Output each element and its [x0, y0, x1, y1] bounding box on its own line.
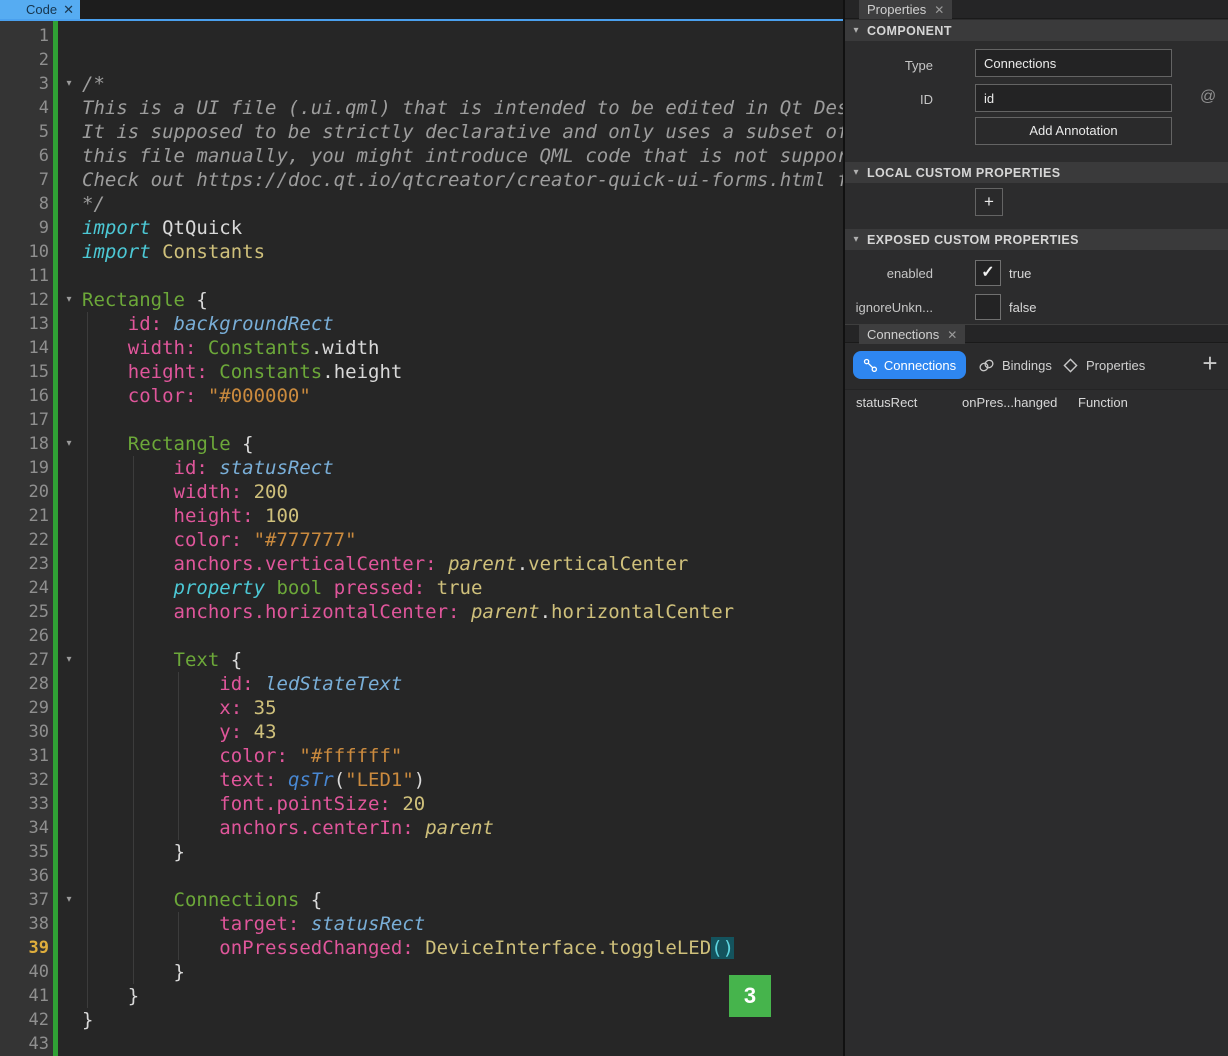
code-area[interactable]: 1234567891011121314151617181920212223242…: [0, 21, 843, 1056]
bindings-tool-button[interactable]: Bindings: [978, 351, 1052, 379]
section-local-title: LOCAL CUSTOM PROPERTIES: [867, 166, 1060, 180]
close-icon[interactable]: ✕: [63, 3, 74, 16]
code-line[interactable]: width: 200: [0, 480, 843, 504]
code-line[interactable]: }: [0, 960, 843, 984]
ignore-unknown-value: false: [1009, 300, 1036, 315]
code-line[interactable]: /*: [0, 72, 843, 96]
code-line[interactable]: [0, 24, 843, 48]
connection-icon: [863, 358, 878, 373]
code-line[interactable]: Rectangle {: [0, 288, 843, 312]
code-line[interactable]: It is supposed to be strictly declarativ…: [0, 120, 843, 144]
code-line[interactable]: [0, 48, 843, 72]
diamond-icon: [1062, 357, 1079, 374]
collapse-arrow-icon[interactable]: ▾: [845, 25, 867, 36]
code-line[interactable]: id: ledStateText: [0, 672, 843, 696]
collapse-arrow-icon[interactable]: ▾: [845, 234, 867, 245]
add-local-property-button[interactable]: +: [975, 188, 1003, 216]
code-line[interactable]: }: [0, 1008, 843, 1032]
tab-properties-label: Properties: [867, 2, 926, 17]
tab-code[interactable]: Code ✕: [0, 0, 80, 19]
connections-tool-button[interactable]: Connections: [853, 351, 966, 379]
tab-connections-label: Connections: [867, 327, 939, 342]
properties-tool-label: Properties: [1086, 358, 1145, 373]
code-editor: Code ✕ 123456789101112131415161718192021…: [0, 0, 843, 1056]
code-line[interactable]: anchors.verticalCenter: parent.verticalC…: [0, 552, 843, 576]
id-label: ID: [845, 92, 933, 107]
section-component-title: COMPONENT: [867, 24, 952, 38]
code-line[interactable]: anchors.centerIn: parent: [0, 816, 843, 840]
code-line[interactable]: anchors.horizontalCenter: parent.horizon…: [0, 600, 843, 624]
code-line[interactable]: [0, 864, 843, 888]
ignore-unknown-checkbox[interactable]: [975, 294, 1001, 320]
annotation-at-icon[interactable]: @: [1200, 88, 1216, 106]
id-field[interactable]: [975, 84, 1172, 112]
annotation-count-badge[interactable]: 3: [729, 975, 771, 1017]
code-line[interactable]: id: statusRect: [0, 456, 843, 480]
connection-signal: onPres...hanged: [962, 395, 1057, 410]
section-local-properties: ▾ LOCAL CUSTOM PROPERTIES: [845, 162, 1228, 183]
code-line[interactable]: [0, 408, 843, 432]
code-line[interactable]: y: 43: [0, 720, 843, 744]
bindings-tool-label: Bindings: [1002, 358, 1052, 373]
code-line[interactable]: height: Constants.height: [0, 360, 843, 384]
type-field[interactable]: [975, 49, 1172, 77]
code-line[interactable]: x: 35: [0, 696, 843, 720]
code-line[interactable]: width: Constants.width: [0, 336, 843, 360]
right-panel: Properties ✕ ▾ COMPONENT Type ID @ Add A…: [845, 0, 1228, 1056]
section-exposed-title: EXPOSED CUSTOM PROPERTIES: [867, 233, 1079, 247]
connections-tab-bar: Connections ✕: [845, 324, 1228, 343]
connection-target: statusRect: [856, 395, 917, 410]
code-line[interactable]: }: [0, 840, 843, 864]
code-line[interactable]: color: "#000000": [0, 384, 843, 408]
connection-action: Function: [1078, 395, 1128, 410]
properties-tab-bar: Properties ✕: [845, 0, 1228, 19]
code-line[interactable]: Text {: [0, 648, 843, 672]
code-line[interactable]: target: statusRect: [0, 912, 843, 936]
add-connection-button[interactable]: +: [1195, 349, 1225, 379]
code-line[interactable]: Check out https://doc.qt.io/qtcreator/cr…: [0, 168, 843, 192]
close-icon[interactable]: ✕: [947, 328, 957, 342]
enabled-checkbox[interactable]: ✓: [975, 260, 1001, 286]
code-line[interactable]: color: "#ffffff": [0, 744, 843, 768]
code-line[interactable]: this file manually, you might introduce …: [0, 144, 843, 168]
connections-tool-label: Connections: [884, 358, 956, 373]
code-line[interactable]: */: [0, 192, 843, 216]
tab-connections[interactable]: Connections ✕: [859, 325, 965, 344]
code-line[interactable]: [0, 264, 843, 288]
code-line[interactable]: }: [0, 984, 843, 1008]
code-line[interactable]: import QtQuick: [0, 216, 843, 240]
code-line[interactable]: text: qsTr("LED1"): [0, 768, 843, 792]
connections-toolbar: Connections Bindings Properties +: [845, 344, 1228, 390]
editor-tab-bar: Code ✕: [0, 0, 843, 19]
enabled-value: true: [1009, 266, 1031, 281]
code-line[interactable]: id: backgroundRect: [0, 312, 843, 336]
enabled-label: enabled: [845, 266, 933, 281]
tab-properties[interactable]: Properties ✕: [859, 0, 952, 19]
code-line[interactable]: property bool pressed: true: [0, 576, 843, 600]
tab-code-label: Code: [26, 2, 57, 17]
code-line[interactable]: [0, 1032, 843, 1056]
code-line[interactable]: Rectangle {: [0, 432, 843, 456]
code-lines: /*This is a UI file (.ui.qml) that is in…: [0, 24, 843, 1056]
code-line[interactable]: height: 100: [0, 504, 843, 528]
add-annotation-button[interactable]: Add Annotation: [975, 117, 1172, 145]
section-component: ▾ COMPONENT: [845, 20, 1228, 41]
collapse-arrow-icon[interactable]: ▾: [845, 167, 867, 178]
binding-icon: [978, 358, 995, 373]
ignore-unknown-label: ignoreUnkn...: [845, 300, 933, 315]
code-line[interactable]: color: "#777777": [0, 528, 843, 552]
connection-row[interactable]: statusRect onPres...hanged Function: [845, 395, 1228, 417]
code-line[interactable]: [0, 624, 843, 648]
code-line[interactable]: Connections {: [0, 888, 843, 912]
close-icon[interactable]: ✕: [934, 3, 944, 17]
code-line[interactable]: onPressedChanged: DeviceInterface.toggle…: [0, 936, 843, 960]
section-exposed-properties: ▾ EXPOSED CUSTOM PROPERTIES: [845, 229, 1228, 250]
code-line[interactable]: import Constants: [0, 240, 843, 264]
code-line[interactable]: This is a UI file (.ui.qml) that is inte…: [0, 96, 843, 120]
properties-tool-button[interactable]: Properties: [1062, 351, 1145, 379]
type-label: Type: [845, 58, 933, 73]
code-line[interactable]: font.pointSize: 20: [0, 792, 843, 816]
